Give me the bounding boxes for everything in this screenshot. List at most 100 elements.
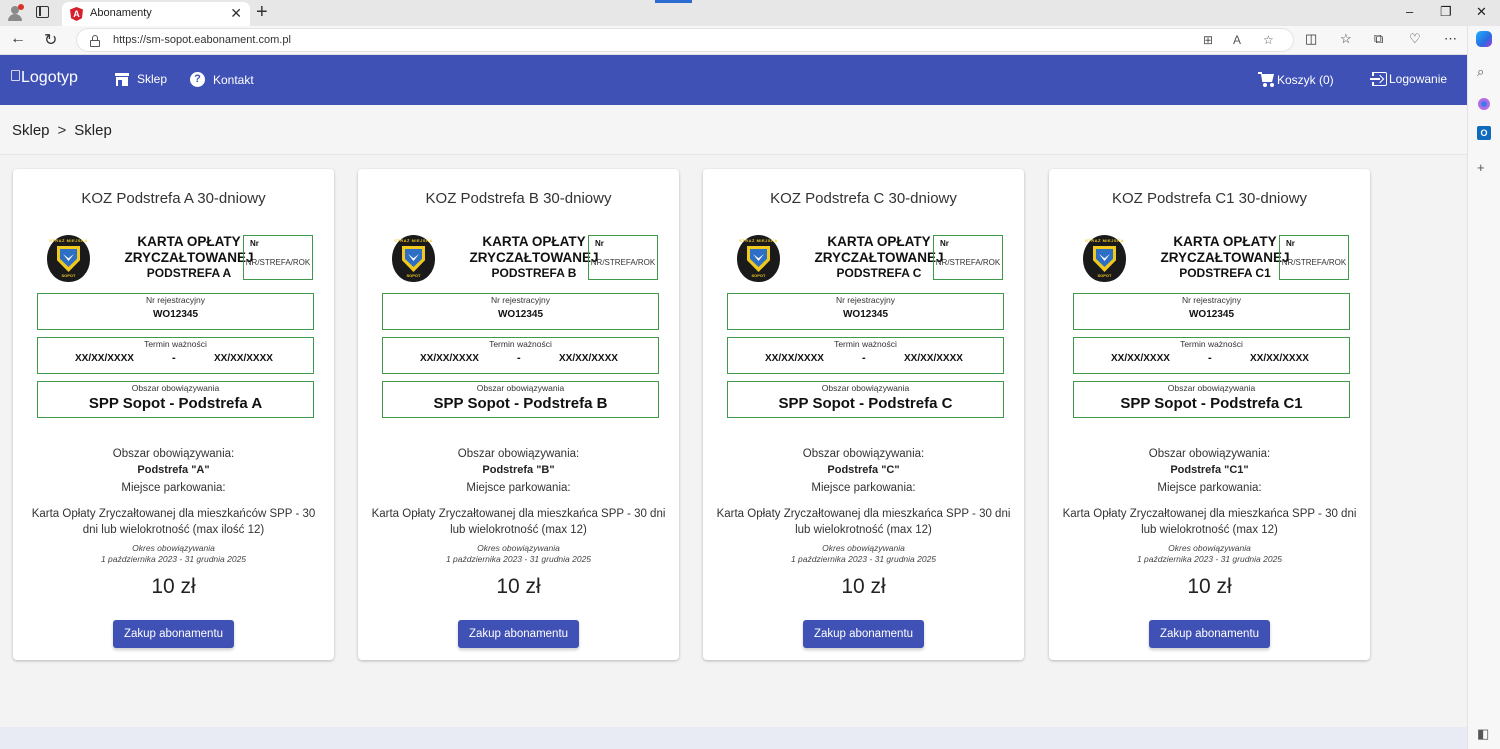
pass-area-label: Obszar obowiązywania <box>1167 383 1256 393</box>
product-price: 10 zł <box>1187 575 1232 598</box>
broken-image-icon <box>11 70 20 81</box>
pass-validity-dash: - <box>517 352 521 364</box>
area-label: Obszar obowiązywania: <box>457 448 580 460</box>
login-icon <box>1370 72 1387 86</box>
pass-registration-value: WO12345 <box>497 309 544 320</box>
area-value: Podstrefa "B" <box>482 464 555 476</box>
login-label: Logowanie <box>1389 72 1448 86</box>
browser-essentials-icon[interactable]: ♡ <box>1409 31 1421 47</box>
app-toolbar: Logotyp Sklep ? Kontakt Koszyk (0) Logow… <box>0 55 1467 105</box>
product-card: KOZ Podstrefa C 30-dniowy STRAŻ MIEJSKA S… <box>703 169 1024 660</box>
help-icon: ? <box>190 72 205 87</box>
parking-label: Miejsce parkowania: <box>1157 482 1262 494</box>
pass-area-label: Obszar obowiązywania <box>821 383 910 393</box>
url-text[interactable]: https://sm-sopot.eabonament.com.pl <box>113 34 291 46</box>
pass-number-box: Nr NR/STREFA/ROK <box>588 235 658 280</box>
pass-validity-to: XX/XX/XXXX <box>214 353 273 364</box>
cart-label: Koszyk (0) <box>1277 72 1334 87</box>
outlook-icon[interactable]: O <box>1477 126 1491 140</box>
pass-validity-label: Termin ważności <box>144 339 207 349</box>
favorite-star-icon[interactable]: ☆ <box>1263 33 1274 47</box>
reload-button[interactable]: ↻ <box>44 30 57 50</box>
more-menu-icon[interactable]: ⋯ <box>1444 31 1457 47</box>
product-price: 10 zł <box>496 575 541 598</box>
area-value: Podstrefa "C" <box>827 464 900 476</box>
parking-label: Miejsce parkowania: <box>466 482 571 494</box>
pass-registration-label: Nr rejestracyjny <box>490 295 551 305</box>
pass-registration-field: Nr rejestracyjny WO12345 <box>382 293 659 330</box>
pass-registration-value: WO12345 <box>1188 309 1235 320</box>
browser-address-bar: ← ↻ https://sm-sopot.eabonament.com.pl ⊞… <box>0 26 1500 55</box>
pass-registration-value: WO12345 <box>842 309 889 320</box>
pass-registration-field: Nr rejestracyjny WO12345 <box>1073 293 1350 330</box>
app-available-icon[interactable]: ⊞ <box>1203 33 1213 47</box>
pass-validity-from: XX/XX/XXXX <box>765 353 824 364</box>
pass-area-label: Obszar obowiązywania <box>476 383 565 393</box>
product-price: 10 zł <box>841 575 886 598</box>
sopot-city-guard-crest-icon: STRAŻ MIEJSKA SOPOT <box>47 235 90 282</box>
pass-area-field: Obszar obowiązywania SPP Sopot - Podstre… <box>37 381 314 418</box>
tab-title: Abonamenty <box>90 7 152 19</box>
pass-registration-value: WO12345 <box>152 309 199 320</box>
angular-favicon-icon: A <box>70 7 83 21</box>
nav-contact-link[interactable]: ? Kontakt <box>190 72 254 87</box>
period-label: Okres obowiązywania <box>822 543 905 553</box>
copilot-icon[interactable] <box>1476 31 1492 47</box>
browser-tab-active[interactable]: A Abonamenty ✕ <box>62 2 250 26</box>
period-value: 1 października 2023 - 31 grudnia 2025 <box>790 554 937 564</box>
area-label: Obszar obowiązywania: <box>802 448 925 460</box>
pass-number-box: Nr NR/STREFA/ROK <box>933 235 1003 280</box>
period-value: 1 października 2023 - 31 grudnia 2025 <box>100 554 247 564</box>
pass-number-value: NR/STREFA/ROK <box>1281 258 1347 267</box>
window-minimize-button[interactable]: – <box>1406 4 1413 19</box>
tab-close-icon[interactable]: ✕ <box>230 5 242 22</box>
pass-validity-field: Termin ważności XX/XX/XXXX - XX/XX/XXXX <box>1073 337 1350 374</box>
sopot-city-guard-crest-icon: STRAŻ MIEJSKA SOPOT <box>737 235 780 282</box>
search-icon[interactable]: ⌕ <box>1477 64 1484 80</box>
product-card: KOZ Podstrefa A 30-dniowy STRAŻ MIEJSKA S… <box>13 169 334 660</box>
pass-registration-field: Nr rejestracyjny WO12345 <box>727 293 1004 330</box>
profile-icon[interactable] <box>6 4 24 22</box>
pass-area-value: SPP Sopot - Podstrefa A <box>88 395 263 412</box>
sidebar-toggle-icon[interactable]: ◧ <box>1477 726 1489 742</box>
window-close-button[interactable]: ✕ <box>1476 4 1487 20</box>
sopot-city-guard-crest-icon: STRAŻ MIEJSKA SOPOT <box>392 235 435 282</box>
period-value: 1 października 2023 - 31 grudnia 2025 <box>445 554 592 564</box>
logo-image[interactable]: Logotyp <box>11 69 78 87</box>
window-restore-button[interactable]: ❐ <box>1440 4 1452 20</box>
favorites-icon[interactable]: ☆ <box>1340 31 1352 47</box>
new-tab-button[interactable]: + <box>256 1 268 24</box>
cart-icon <box>1258 72 1275 87</box>
product-price: 10 zł <box>151 575 196 598</box>
buy-subscription-button[interactable]: Zakup abonamentu <box>458 620 579 648</box>
logo-alt-text: Logotyp <box>21 69 78 86</box>
url-field[interactable]: https://sm-sopot.eabonament.com.pl ⊞ A ☆ <box>76 28 1294 52</box>
pass-area-value: SPP Sopot - Podstrefa C1 <box>1120 395 1303 412</box>
nav-shop-link[interactable]: Sklep <box>115 72 167 86</box>
tab-actions-icon[interactable] <box>36 6 49 18</box>
product-card: KOZ Podstrefa B 30-dniowy STRAŻ MIEJSKA S… <box>358 169 679 660</box>
split-screen-icon[interactable]: ◫ <box>1305 31 1317 47</box>
add-sidebar-app-icon[interactable]: + <box>1477 160 1485 175</box>
breadcrumb-item[interactable]: Sklep <box>12 122 50 139</box>
loading-indicator <box>655 0 692 3</box>
pass-number-label: Nr <box>940 239 949 248</box>
product-description: Karta Opłaty Zryczałtowanej dla mieszkań… <box>31 508 316 536</box>
pass-validity-field: Termin ważności XX/XX/XXXX - XX/XX/XXXX <box>382 337 659 374</box>
sopot-city-guard-crest-icon: STRAŻ MIEJSKA SOPOT <box>1083 235 1126 282</box>
parking-pass-image: STRAŻ MIEJSKA SOPOT KARTA OPŁATY ZRYCZAŁT… <box>1073 233 1350 419</box>
period-label: Okres obowiązywania <box>477 543 560 553</box>
back-button[interactable]: ← <box>10 30 26 48</box>
buy-subscription-button[interactable]: Zakup abonamentu <box>1149 620 1270 648</box>
collections-icon[interactable]: ⧉ <box>1374 31 1383 47</box>
buy-subscription-button[interactable]: Zakup abonamentu <box>113 620 234 648</box>
pass-number-value: NR/STREFA/ROK <box>590 258 656 267</box>
edge-sidebar: ⌕ O + ◧ <box>1467 26 1500 749</box>
lock-icon[interactable] <box>90 35 100 47</box>
edge-apps-icon[interactable] <box>1478 98 1490 110</box>
login-button[interactable]: Logowanie <box>1370 72 1447 86</box>
nav-contact-label: Kontakt <box>213 72 254 87</box>
buy-subscription-button[interactable]: Zakup abonamentu <box>803 620 924 648</box>
cart-button[interactable]: Koszyk (0) <box>1258 72 1334 87</box>
read-aloud-icon[interactable]: A <box>1233 33 1241 47</box>
